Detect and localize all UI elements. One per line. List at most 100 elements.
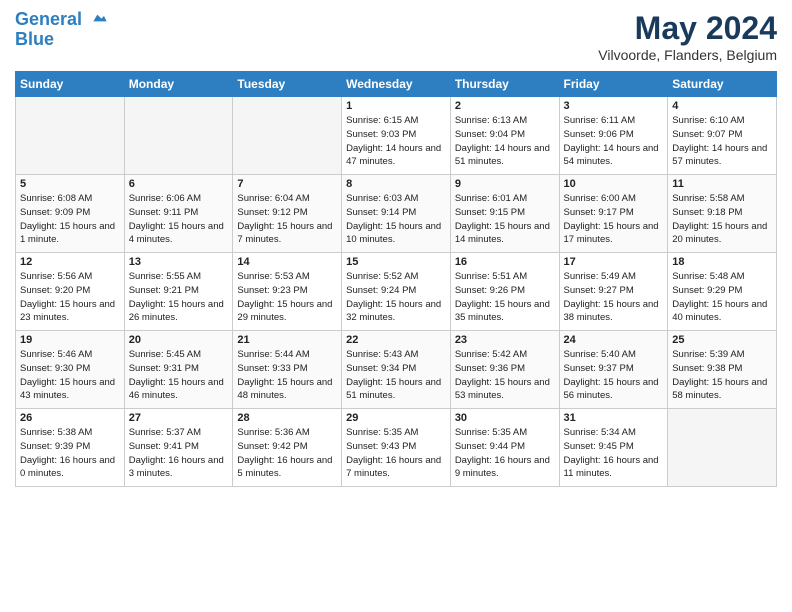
table-row: [16, 97, 125, 175]
table-row: 21 Sunrise: 5:44 AMSunset: 9:33 PMDayligh…: [233, 331, 342, 409]
day-info: Sunrise: 5:51 AMSunset: 9:26 PMDaylight:…: [455, 270, 555, 325]
table-row: 25 Sunrise: 5:39 AMSunset: 9:38 PMDayligh…: [668, 331, 777, 409]
table-row: 26 Sunrise: 5:38 AMSunset: 9:39 PMDayligh…: [16, 409, 125, 487]
calendar-week-row: 1 Sunrise: 6:15 AMSunset: 9:03 PMDaylight…: [16, 97, 777, 175]
calendar-header-row: Sunday Monday Tuesday Wednesday Thursday…: [16, 72, 777, 97]
day-number: 12: [20, 256, 120, 268]
day-number: 21: [237, 334, 337, 346]
table-row: 5Sunrise: 6:08 AMSunset: 9:09 PMDaylight…: [16, 175, 125, 253]
table-row: 10 Sunrise: 6:00 AMSunset: 9:17 PMDayligh…: [559, 175, 668, 253]
calendar-week-row: 5Sunrise: 6:08 AMSunset: 9:09 PMDaylight…: [16, 175, 777, 253]
day-info: Sunrise: 6:03 AMSunset: 9:14 PMDaylight:…: [346, 192, 446, 247]
day-info: Sunrise: 6:11 AMSunset: 9:06 PMDaylight:…: [564, 114, 664, 169]
table-row: 15 Sunrise: 5:52 AMSunset: 9:24 PMDayligh…: [342, 253, 451, 331]
col-thursday: Thursday: [450, 72, 559, 97]
table-row: 18 Sunrise: 5:48 AMSunset: 9:29 PMDayligh…: [668, 253, 777, 331]
day-info: Sunrise: 5:46 AMSunset: 9:30 PMDaylight:…: [20, 348, 120, 403]
table-row: [233, 97, 342, 175]
table-row: 22Sunrise: 5:43 AMSunset: 9:34 PMDayligh…: [342, 331, 451, 409]
day-number: 18: [672, 256, 772, 268]
logo-text: General: [15, 10, 111, 30]
location: Vilvoorde, Flanders, Belgium: [598, 47, 777, 63]
col-tuesday: Tuesday: [233, 72, 342, 97]
day-number: 31: [564, 412, 664, 424]
table-row: 1 Sunrise: 6:15 AMSunset: 9:03 PMDaylight…: [342, 97, 451, 175]
day-number: 30: [455, 412, 555, 424]
table-row: 28Sunrise: 5:36 AMSunset: 9:42 PMDayligh…: [233, 409, 342, 487]
day-number: 25: [672, 334, 772, 346]
table-row: 14Sunrise: 5:53 AMSunset: 9:23 PMDayligh…: [233, 253, 342, 331]
day-number: 20: [129, 334, 229, 346]
col-monday: Monday: [124, 72, 233, 97]
table-row: 11 Sunrise: 5:58 AMSunset: 9:18 PMDayligh…: [668, 175, 777, 253]
day-info: Sunrise: 5:35 AMSunset: 9:44 PMDaylight:…: [455, 426, 555, 481]
day-info: Sunrise: 5:35 AMSunset: 9:43 PMDaylight:…: [346, 426, 446, 481]
day-number: 29: [346, 412, 446, 424]
day-info: Sunrise: 5:58 AMSunset: 9:18 PMDaylight:…: [672, 192, 772, 247]
table-row: 3 Sunrise: 6:11 AMSunset: 9:06 PMDaylight…: [559, 97, 668, 175]
calendar-table: Sunday Monday Tuesday Wednesday Thursday…: [15, 71, 777, 487]
day-number: 14: [237, 256, 337, 268]
col-wednesday: Wednesday: [342, 72, 451, 97]
table-row: 8 Sunrise: 6:03 AMSunset: 9:14 PMDaylight…: [342, 175, 451, 253]
day-number: 16: [455, 256, 555, 268]
day-info: Sunrise: 5:42 AMSunset: 9:36 PMDaylight:…: [455, 348, 555, 403]
calendar-week-row: 19Sunrise: 5:46 AMSunset: 9:30 PMDayligh…: [16, 331, 777, 409]
day-info: Sunrise: 6:01 AMSunset: 9:15 PMDaylight:…: [455, 192, 555, 247]
table-row: 23Sunrise: 5:42 AMSunset: 9:36 PMDayligh…: [450, 331, 559, 409]
table-row: 4Sunrise: 6:10 AMSunset: 9:07 PMDaylight…: [668, 97, 777, 175]
table-row: 17Sunrise: 5:49 AMSunset: 9:27 PMDayligh…: [559, 253, 668, 331]
col-saturday: Saturday: [668, 72, 777, 97]
table-row: 9 Sunrise: 6:01 AMSunset: 9:15 PMDaylight…: [450, 175, 559, 253]
col-friday: Friday: [559, 72, 668, 97]
day-number: 1: [346, 100, 446, 112]
table-row: 31Sunrise: 5:34 AMSunset: 9:45 PMDayligh…: [559, 409, 668, 487]
day-info: Sunrise: 6:08 AMSunset: 9:09 PMDaylight:…: [20, 192, 120, 247]
table-row: [124, 97, 233, 175]
table-row: 6 Sunrise: 6:06 AMSunset: 9:11 PMDaylight…: [124, 175, 233, 253]
day-info: Sunrise: 5:39 AMSunset: 9:38 PMDaylight:…: [672, 348, 772, 403]
day-number: 4: [672, 100, 772, 112]
day-number: 2: [455, 100, 555, 112]
day-info: Sunrise: 5:55 AMSunset: 9:21 PMDaylight:…: [129, 270, 229, 325]
day-info: Sunrise: 5:45 AMSunset: 9:31 PMDaylight:…: [129, 348, 229, 403]
day-number: 10: [564, 178, 664, 190]
day-info: Sunrise: 5:36 AMSunset: 9:42 PMDaylight:…: [237, 426, 337, 481]
logo-blue-text: Blue: [15, 30, 111, 50]
page-container: General Blue May 2024 Vilvoorde, Flander…: [0, 0, 792, 497]
day-info: Sunrise: 5:43 AMSunset: 9:34 PMDaylight:…: [346, 348, 446, 403]
day-info: Sunrise: 5:38 AMSunset: 9:39 PMDaylight:…: [20, 426, 120, 481]
day-info: Sunrise: 5:37 AMSunset: 9:41 PMDaylight:…: [129, 426, 229, 481]
table-row: 12 Sunrise: 5:56 AMSunset: 9:20 PMDayligh…: [16, 253, 125, 331]
day-info: Sunrise: 5:52 AMSunset: 9:24 PMDaylight:…: [346, 270, 446, 325]
table-row: 19Sunrise: 5:46 AMSunset: 9:30 PMDayligh…: [16, 331, 125, 409]
day-info: Sunrise: 5:49 AMSunset: 9:27 PMDaylight:…: [564, 270, 664, 325]
day-info: Sunrise: 5:48 AMSunset: 9:29 PMDaylight:…: [672, 270, 772, 325]
day-number: 24: [564, 334, 664, 346]
day-info: Sunrise: 6:00 AMSunset: 9:17 PMDaylight:…: [564, 192, 664, 247]
page-header: General Blue May 2024 Vilvoorde, Flander…: [15, 10, 777, 63]
table-row: 24Sunrise: 5:40 AMSunset: 9:37 PMDayligh…: [559, 331, 668, 409]
day-info: Sunrise: 6:15 AMSunset: 9:03 PMDaylight:…: [346, 114, 446, 169]
day-number: 3: [564, 100, 664, 112]
day-number: 6: [129, 178, 229, 190]
day-number: 11: [672, 178, 772, 190]
table-row: 30 Sunrise: 5:35 AMSunset: 9:44 PMDayligh…: [450, 409, 559, 487]
day-number: 15: [346, 256, 446, 268]
logo-icon: [89, 12, 111, 28]
table-row: 16 Sunrise: 5:51 AMSunset: 9:26 PMDayligh…: [450, 253, 559, 331]
day-number: 9: [455, 178, 555, 190]
day-info: Sunrise: 6:04 AMSunset: 9:12 PMDaylight:…: [237, 192, 337, 247]
day-number: 26: [20, 412, 120, 424]
day-info: Sunrise: 5:44 AMSunset: 9:33 PMDaylight:…: [237, 348, 337, 403]
day-info: Sunrise: 6:06 AMSunset: 9:11 PMDaylight:…: [129, 192, 229, 247]
table-row: 29 Sunrise: 5:35 AMSunset: 9:43 PMDayligh…: [342, 409, 451, 487]
day-info: Sunrise: 5:56 AMSunset: 9:20 PMDaylight:…: [20, 270, 120, 325]
col-sunday: Sunday: [16, 72, 125, 97]
calendar-week-row: 26 Sunrise: 5:38 AMSunset: 9:39 PMDayligh…: [16, 409, 777, 487]
table-row: 2 Sunrise: 6:13 AMSunset: 9:04 PMDaylight…: [450, 97, 559, 175]
table-row: [668, 409, 777, 487]
day-number: 8: [346, 178, 446, 190]
day-info: Sunrise: 6:13 AMSunset: 9:04 PMDaylight:…: [455, 114, 555, 169]
day-number: 27: [129, 412, 229, 424]
